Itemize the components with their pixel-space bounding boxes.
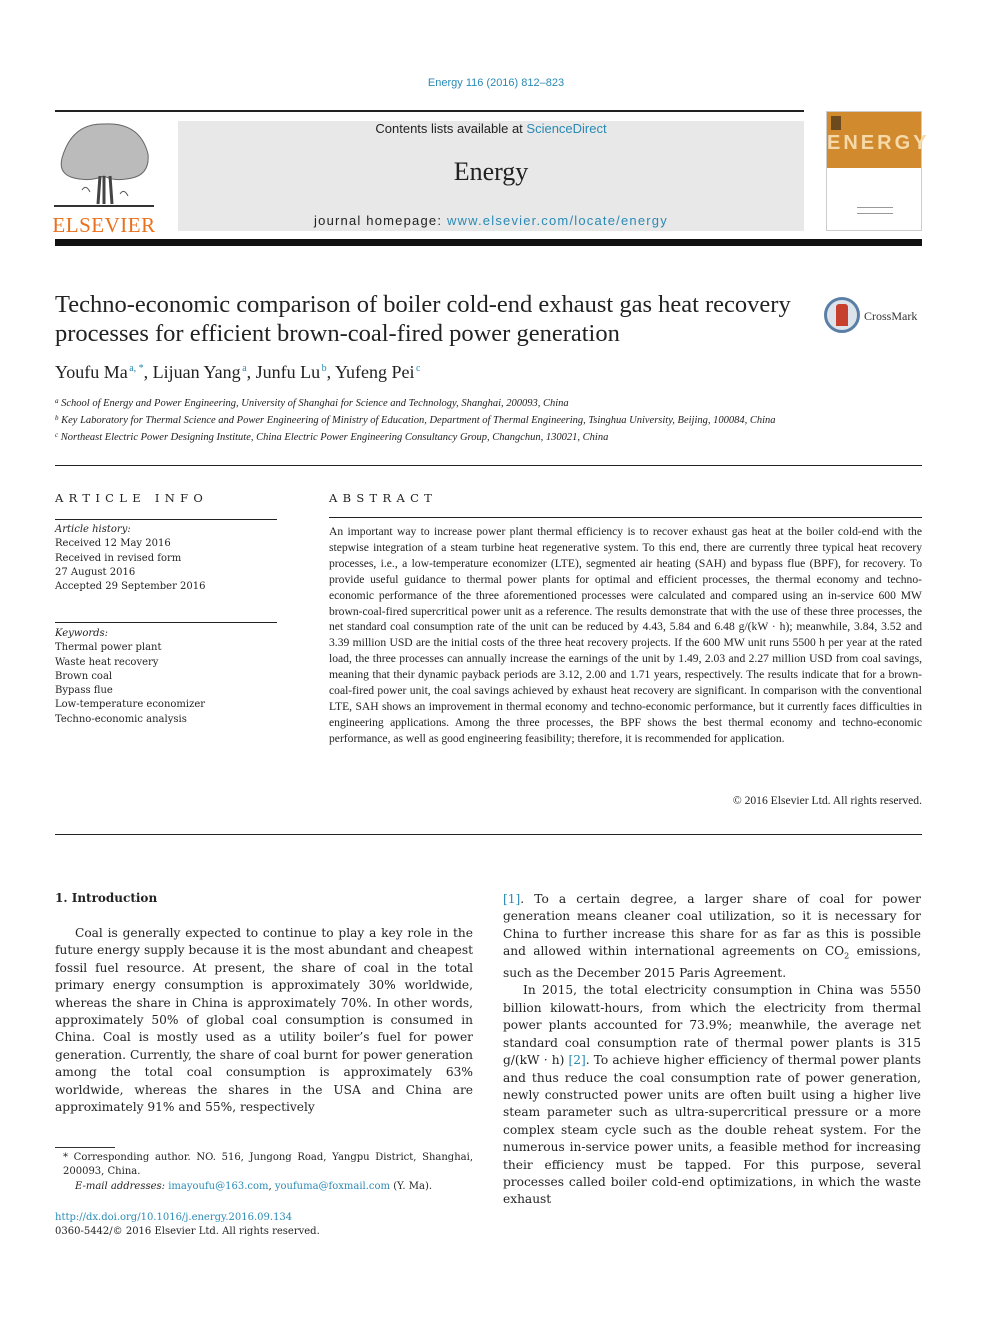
affiliations: a School of Energy and Power Engineering… [55,394,815,446]
paragraph-text: . To achieve higher efficiency of therma… [503,1053,921,1207]
article-info-heading: ARTICLE INFO [55,491,209,505]
cover-mini-logo-icon [831,116,841,130]
doi-block: http://dx.doi.org/10.1016/j.energy.2016.… [55,1211,320,1240]
abstract-heading: ABSTRACT [329,491,438,505]
body-paragraph: Coal is generally expected to continue t… [55,926,473,1115]
divider [55,622,277,623]
email-link[interactable]: youfuma@foxmail.com [275,1181,390,1192]
elsevier-wordmark: ELSEVIER [52,213,156,237]
crossmark-label: CrossMark [864,309,918,323]
elsevier-logo[interactable]: ELSEVIER [52,118,156,237]
reference-link[interactable]: [1] [503,892,520,906]
journal-masthead: Contents lists available at ScienceDirec… [178,121,804,231]
affiliation-text: Northeast Electric Power Designing Insti… [60,432,609,444]
affiliation-text: Key Laboratory for Thermal Science and P… [61,415,776,427]
author-separator: , [143,362,153,382]
affiliation-item: b Key Laboratory for Thermal Science and… [55,411,815,428]
history-item: 27 August 2016 [55,566,136,578]
keyword-item: Low-temperature economizer [55,699,206,711]
article-title: Techno-economic comparison of boiler col… [55,291,791,347]
cover-footer-line [857,207,893,208]
author-name[interactable]: Junfu Lu [256,362,321,382]
keyword-item: Bypass flue [55,685,113,697]
cover-footer-line [857,213,893,214]
header-thick-rule [55,239,922,246]
keywords-label: Keywords: [55,628,109,639]
body-column-left: Coal is generally expected to continue t… [55,925,473,1116]
contents-prefix: Contents lists available at [375,121,527,136]
journal-name: Energy [453,157,529,186]
author-separator: , [246,362,256,382]
history-label: Article history: [55,524,131,535]
author-name[interactable]: Youfu Ma [55,362,128,382]
author-name[interactable]: Yufeng Pei [335,362,415,382]
affiliation-item: c Northeast Electric Power Designing Ins… [55,428,815,445]
footnote-rule [55,1147,115,1148]
history-item: Accepted 29 September 2016 [55,581,206,593]
crossmark-icon [824,297,860,333]
elsevier-tree-icon [54,123,154,207]
journal-homepage: journal homepage: www.elsevier.com/locat… [178,213,804,228]
keyword-item: Techno-economic analysis [55,713,187,725]
email-owner: (Y. Ma). [390,1180,433,1192]
affiliation-item: a School of Energy and Power Engineering… [55,394,815,411]
divider [329,517,922,518]
contents-line: Contents lists available at ScienceDirec… [178,121,804,136]
author-affiliation-ref[interactable]: c [416,363,420,374]
affiliation-key: a [55,397,59,405]
keyword-item: Waste heat recovery [55,656,159,668]
keyword-item: Thermal power plant [55,642,162,654]
sciencedirect-link[interactable]: ScienceDirect [526,121,606,136]
journal-citation[interactable]: Energy 116 (2016) 812–823 [0,77,992,89]
article-history: Article history: Received 12 May 2016 Re… [55,523,277,594]
affiliation-key: b [55,414,59,423]
keyword-item: Brown coal [55,670,113,682]
reference-link[interactable]: [2] [568,1053,585,1067]
homepage-prefix: journal homepage: [314,213,447,228]
keywords: Keywords: Thermal power plant Waste heat… [55,627,277,727]
history-item: Received 12 May 2016 [55,538,171,550]
footnote: * Corresponding author. NO. 516, Jungong… [55,1151,473,1194]
email-addresses: E-mail addresses: imayoufu@163.com, youf… [55,1180,473,1194]
email-label: E-mail addresses: [75,1180,166,1192]
cover-title: ENERGY [827,132,930,154]
author-name[interactable]: Lijuan Yang [153,362,241,382]
abstract-copyright: © 2016 Elsevier Ltd. All rights reserved… [732,794,922,807]
affiliation-key: c [55,431,59,440]
divider [55,834,922,835]
issn-copyright: 0360-5442/© 2016 Elsevier Ltd. All right… [55,1226,320,1238]
body-paragraph: [1]. To a certain degree, a larger share… [503,891,921,982]
history-item: Received in revised form [55,552,182,564]
corresponding-author-note: * Corresponding author. NO. 516, Jungong… [63,1152,473,1178]
author-separator: , [326,362,335,382]
homepage-link[interactable]: www.elsevier.com/locate/energy [447,213,668,228]
abstract-text: An important way to increase power plant… [329,525,922,745]
header-rule [55,110,804,112]
author-affiliation-ref[interactable]: a, * [129,363,143,374]
divider [55,465,922,466]
affiliation-text: School of Energy and Power Engineering, … [61,398,569,409]
doi-link[interactable]: http://dx.doi.org/10.1016/j.energy.2016.… [55,1211,320,1225]
journal-cover-thumbnail[interactable]: ENERGY [826,111,930,231]
divider [55,519,277,520]
body-paragraph: In 2015, the total electricity consumpti… [503,982,921,1208]
crossmark-button[interactable]: CrossMark [824,297,924,335]
author-list: Youfu Ma a, *, Lijuan Yang a, Junfu Lu b… [55,362,420,383]
body-column-right: [1]. To a certain degree, a larger share… [503,891,921,1209]
cover-band: ENERGY [827,112,930,168]
email-link[interactable]: imayoufu@163.com [168,1181,268,1192]
section-heading-introduction: 1. Introduction [55,891,158,905]
